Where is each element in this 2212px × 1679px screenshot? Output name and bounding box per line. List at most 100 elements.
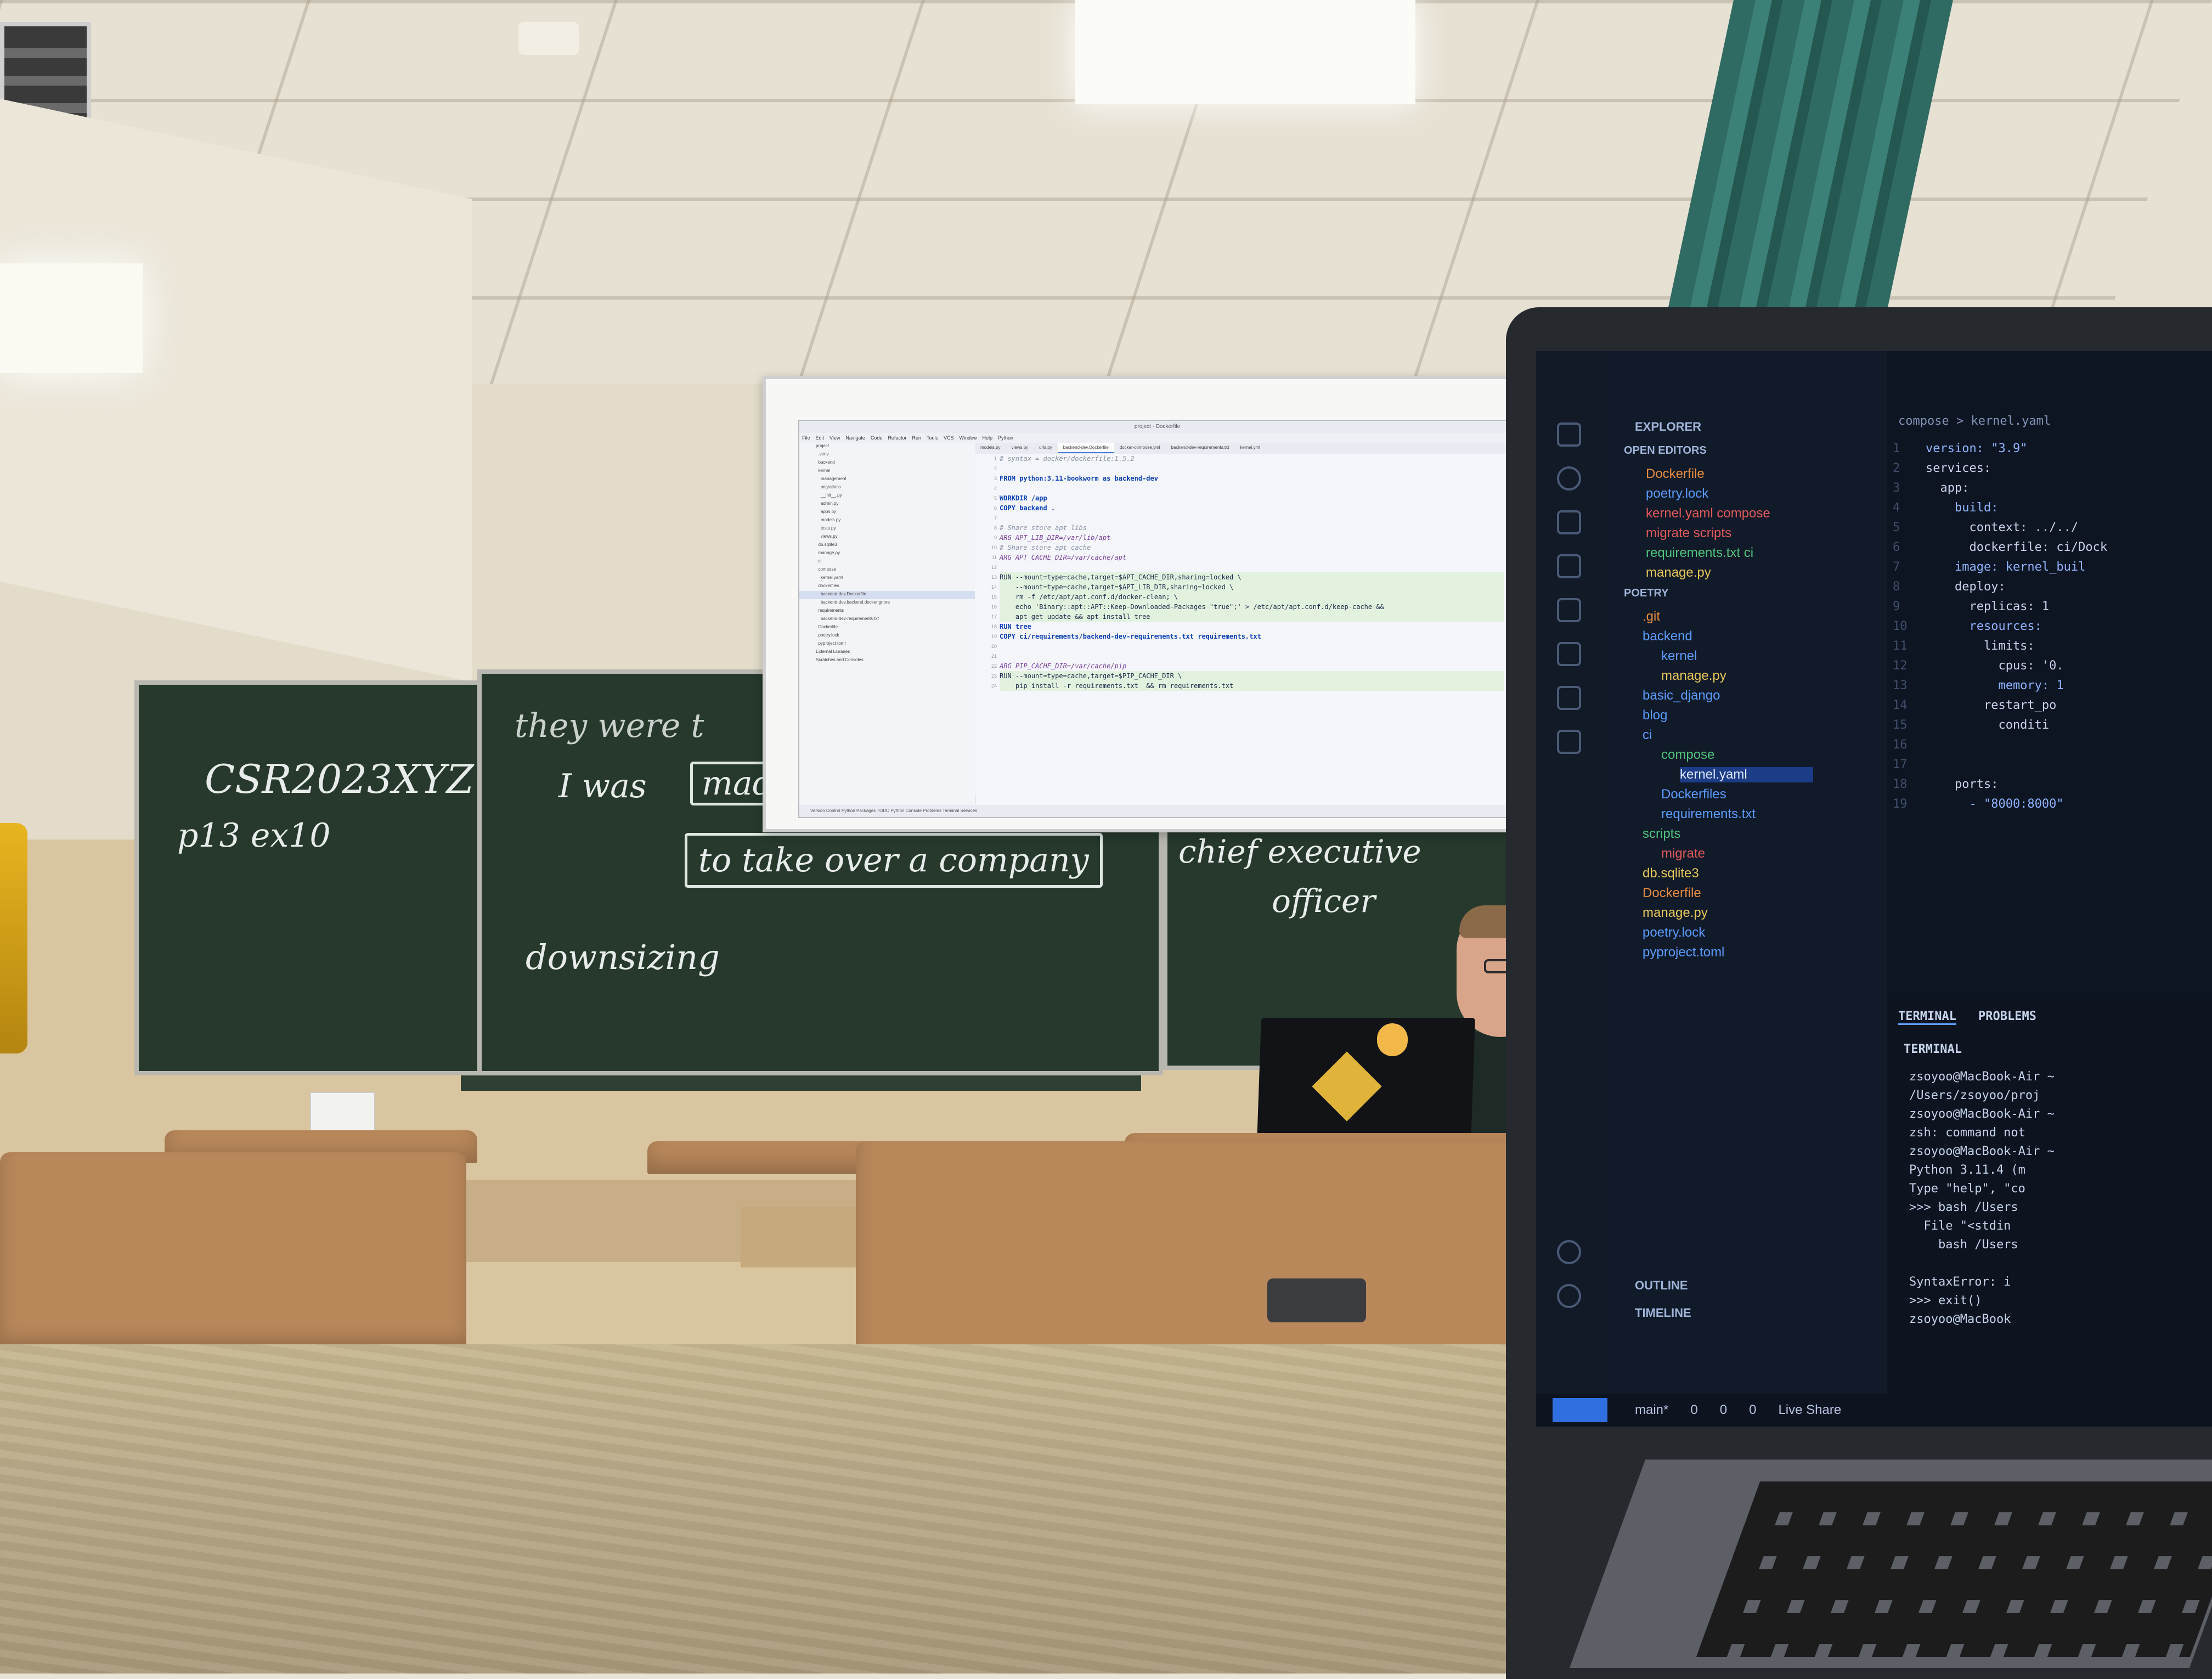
- search-icon[interactable]: [1557, 466, 1581, 491]
- explorer-item[interactable]: blog: [1643, 708, 1667, 723]
- explorer-item[interactable]: compose: [1661, 747, 1714, 763]
- remote-icon[interactable]: [1557, 686, 1581, 710]
- explorer-item[interactable]: Dockerfiles: [1661, 787, 1726, 802]
- editor-tab[interactable]: backend-dev.Dockerfile: [1057, 443, 1114, 453]
- menu-item[interactable]: Help: [983, 435, 993, 441]
- source-control-icon[interactable]: [1557, 510, 1581, 534]
- menu-item[interactable]: Code: [871, 435, 883, 441]
- tree-item[interactable]: ci: [799, 558, 975, 566]
- tree-item[interactable]: dockerfiles: [799, 583, 975, 591]
- menu-item[interactable]: File: [802, 435, 810, 441]
- explorer-item[interactable]: pyproject.toml: [1643, 945, 1724, 960]
- tree-item[interactable]: backend-dev-requirements.txt: [799, 616, 975, 624]
- editor-tab[interactable]: kernel.yml: [1234, 443, 1265, 452]
- tree-item[interactable]: Scratches and Consoles: [799, 657, 975, 665]
- tree-item[interactable]: compose: [799, 566, 975, 574]
- menu-item[interactable]: Tools: [927, 435, 938, 441]
- tree-item[interactable]: backend: [799, 459, 975, 467]
- tree-item[interactable]: manage.py: [799, 550, 975, 558]
- explorer-item[interactable]: kernel: [1661, 649, 1697, 664]
- explorer-item[interactable]: db.sqlite3: [1643, 866, 1699, 881]
- editor-tab[interactable]: backend-dev-requirements.txt: [1166, 443, 1235, 452]
- files-icon[interactable]: [1557, 422, 1581, 447]
- menu-item[interactable]: Edit: [816, 435, 825, 441]
- explorer-item[interactable]: migrate: [1661, 846, 1705, 861]
- menu-item[interactable]: VCS: [944, 435, 954, 441]
- tree-item[interactable]: tests.py: [799, 525, 975, 533]
- timeline-header[interactable]: TIMELINE: [1635, 1306, 1691, 1320]
- run-debug-icon[interactable]: [1557, 554, 1581, 578]
- tree-item[interactable]: backend-dev.Dockerfile: [799, 591, 975, 599]
- tree-item[interactable]: models.py: [799, 517, 975, 525]
- explorer-item[interactable]: ci: [1643, 728, 1652, 743]
- open-editor-item[interactable]: kernel.yaml compose: [1646, 506, 1770, 521]
- menu-item[interactable]: View: [830, 435, 840, 441]
- open-editor-item[interactable]: poetry.lock: [1646, 486, 1708, 502]
- editor-tab[interactable]: views.py: [1006, 443, 1034, 452]
- tree-item[interactable]: Dockerfile: [799, 624, 975, 632]
- tree-item[interactable]: migrations: [799, 484, 975, 492]
- explorer-item[interactable]: scripts: [1643, 826, 1680, 842]
- tree-item[interactable]: pyproject.toml: [799, 640, 975, 649]
- editor-line: resources:: [1926, 619, 2042, 633]
- tree-item[interactable]: kernel: [799, 467, 975, 476]
- explorer-item[interactable]: poetry.lock: [1643, 925, 1705, 940]
- status-item[interactable]: main*: [1635, 1402, 1668, 1417]
- menu-item[interactable]: Python: [998, 435, 1013, 441]
- tree-item[interactable]: apps.py: [799, 509, 975, 517]
- line-number: 12: [991, 565, 997, 570]
- menu-item[interactable]: Run: [912, 435, 921, 441]
- testing-icon[interactable]: [1557, 642, 1581, 666]
- tree-item[interactable]: .venv: [799, 451, 975, 459]
- open-editor-item[interactable]: Dockerfile: [1646, 466, 1705, 482]
- outline-header[interactable]: OUTLINE: [1635, 1278, 1688, 1293]
- status-item[interactable]: 0: [1749, 1402, 1756, 1417]
- menu-item[interactable]: Window: [960, 435, 977, 441]
- open-editors-header[interactable]: OPEN EDITORS: [1624, 444, 1707, 457]
- explorer-item[interactable]: kernel.yaml: [1680, 767, 1813, 782]
- tree-item[interactable]: admin.py: [799, 500, 975, 509]
- explorer-item[interactable]: requirements.txt: [1661, 807, 1756, 822]
- editor-tab[interactable]: models.py: [975, 443, 1006, 452]
- explorer-item[interactable]: manage.py: [1661, 668, 1726, 684]
- tree-item[interactable]: backend-dev.backend.dockerignore: [799, 599, 975, 607]
- panel-tab[interactable]: PROBLEMS: [1978, 1010, 2036, 1023]
- gear-icon[interactable]: [1557, 1284, 1581, 1308]
- editor-tab[interactable]: docker-compose.yml: [1114, 443, 1166, 452]
- explorer-item[interactable]: backend: [1643, 629, 1692, 644]
- tree-item[interactable]: External Libraries: [799, 649, 975, 657]
- status-item[interactable]: Live Share: [1778, 1402, 1841, 1417]
- line-number: 21: [991, 653, 997, 659]
- code-line: COPY backend .: [1000, 504, 1056, 512]
- project-header[interactable]: POETRY: [1624, 587, 1669, 600]
- docker-icon[interactable]: [1557, 730, 1581, 754]
- line-number: 1: [1893, 442, 1900, 455]
- explorer-item[interactable]: .git: [1643, 609, 1660, 624]
- tree-item[interactable]: __init__.py: [799, 492, 975, 500]
- tree-item[interactable]: views.py: [799, 533, 975, 542]
- remote-indicator[interactable]: [1553, 1398, 1607, 1422]
- extensions-icon[interactable]: [1557, 598, 1581, 622]
- panel-tab[interactable]: TERMINAL: [1898, 1010, 1956, 1025]
- tree-item[interactable]: management: [799, 476, 975, 484]
- status-item[interactable]: 0: [1720, 1402, 1727, 1417]
- open-editor-item[interactable]: migrate scripts: [1646, 526, 1731, 541]
- open-editor-item[interactable]: manage.py: [1646, 565, 1711, 581]
- explorer-item[interactable]: Dockerfile: [1643, 886, 1701, 901]
- status-item[interactable]: 0: [1690, 1402, 1697, 1417]
- menu-item[interactable]: Refactor: [888, 435, 906, 441]
- tree-item[interactable]: project: [799, 443, 975, 451]
- tree-item[interactable]: requirements: [799, 607, 975, 616]
- menu-item[interactable]: Navigate: [845, 435, 865, 441]
- tree-item[interactable]: kernel.yaml: [799, 574, 975, 583]
- account-icon[interactable]: [1557, 1240, 1581, 1264]
- tree-item[interactable]: poetry.lock: [799, 632, 975, 640]
- editor-tab[interactable]: urls.py: [1034, 443, 1058, 452]
- tree-item[interactable]: db.sqlite3: [799, 542, 975, 550]
- line-number: 12: [1893, 659, 1908, 673]
- explorer-item[interactable]: manage.py: [1643, 905, 1708, 921]
- open-editor-item[interactable]: requirements.txt ci: [1646, 545, 1753, 561]
- chalk-text: downsizing: [526, 937, 720, 977]
- explorer-item[interactable]: basic_django: [1643, 688, 1720, 703]
